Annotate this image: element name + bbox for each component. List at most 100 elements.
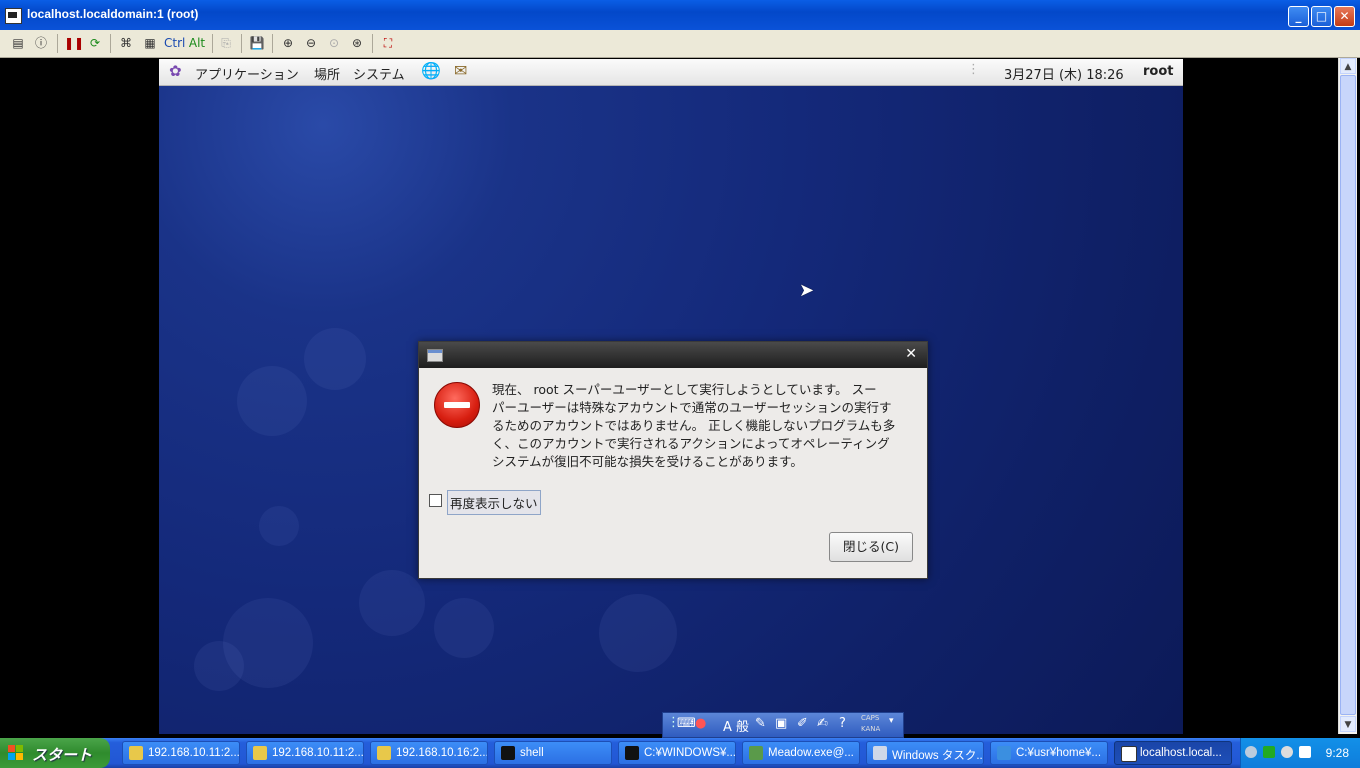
ime-options-icon[interactable]: ▾ [889,716,894,726]
taskbar-item-label: C:¥usr¥home¥... [1016,747,1102,759]
web-browser-icon[interactable]: 🌐 [421,61,441,80]
zoom-out-icon[interactable]: ⊖ [303,35,319,51]
zoom-fit-icon[interactable]: ⊛ [349,35,365,51]
gnome-foot-icon[interactable]: ✿ [169,62,182,80]
bg-bubble [194,641,244,691]
network-icon[interactable] [1263,746,1275,758]
taskbar-item-active[interactable]: localhost.local... [1114,741,1232,765]
dialog-message: 現在、 root スーパーユーザーとして実行しようとしています。 スー パーユー… [492,381,916,471]
toolbar-divider [110,34,111,53]
close-button[interactable]: 閉じる(C) [829,532,913,562]
message-line: システムが復旧不可能な損失を受けることがあります。 [492,454,803,469]
help-icon[interactable]: ? [839,716,846,731]
taskbar-item[interactable]: C:¥WINDOWS¥... [618,741,736,765]
dialog-close-icon[interactable]: ✕ [905,346,917,362]
menu-applications[interactable]: アプリケーション [195,64,299,83]
dictionary-icon[interactable]: ▣ [775,716,787,731]
vnc-toolbar: ▤ ⓘ ❚❚ ⟳ ⌘ ▦ Ctrl Alt ⎘ 💾 ⊕ ⊖ ⊙ ⊛ ⛶ [0,30,1360,58]
message-line: 現在、 root スーパーユーザーとして実行しようとしています。 スー [492,382,877,397]
vnc-server-icon[interactable] [1299,746,1311,758]
toolbar-divider [57,34,58,53]
scroll-up-icon[interactable]: ▲ [1340,58,1356,74]
vertical-scrollbar[interactable]: ▲ ▼ [1338,58,1357,734]
dont-show-again-label[interactable]: 再度表示しない [447,490,541,515]
taskbar-item-label: localhost.local... [1140,747,1222,759]
caps-indicator: CAPS [861,714,880,722]
taskbar-item[interactable]: 192.168.10.11:2... [122,741,240,765]
toolbar-divider [272,34,273,53]
taskbar-item-label: Windows タスク... [892,750,984,762]
taskbar-item[interactable]: 192.168.10.16:2... [370,741,488,765]
ie-icon [997,746,1011,760]
panel-clock[interactable]: 3月27日 (木) 18:26 [1004,64,1124,83]
minimize-button[interactable]: _ [1288,6,1309,27]
taskbar-clock[interactable]: 9:28 [1326,746,1349,760]
input-mode-indicator[interactable]: A 般 [723,716,749,735]
meadow-icon [749,746,763,760]
windows-taskbar: スタート 192.168.10.11:2... 192.168.10.11:2.… [0,738,1360,768]
message-line: パーユーザーは特殊なアカウントで通常のユーザーセッションの実行す [492,400,892,415]
ctrl-alt-del-icon[interactable]: ▦ [142,35,158,51]
send-keys-icon[interactable]: ⌘ [118,35,134,51]
system-tray: 9:28 [1240,738,1360,768]
fullscreen-icon[interactable]: ⛶ [380,35,396,51]
start-label: スタート [32,747,93,764]
taskbar-item[interactable]: C:¥usr¥home¥... [990,741,1108,765]
mouse-cursor-icon: ➤ [799,280,815,301]
connection-info-icon[interactable]: ⓘ [33,35,49,51]
gnome-top-panel: ✿ アプリケーション 場所 システム 🌐 ✉ ⋮ 3月27日 (木) 18:26… [159,59,1183,86]
tray-expand-icon[interactable] [1245,746,1257,758]
bg-bubble [237,366,307,436]
maximize-button[interactable]: □ [1311,6,1332,27]
vnc-window-titlebar[interactable]: localhost.localdomain:1 (root) _ □ ✕ [0,0,1360,30]
scroll-down-icon[interactable]: ▼ [1340,716,1356,732]
pause-icon[interactable]: ❚❚ [64,35,84,51]
ime-app-icon[interactable]: ● [695,716,706,731]
zoom-in-icon[interactable]: ⊕ [280,35,296,51]
panel-handle: ⋮ [967,62,980,77]
handwriting-icon[interactable]: ✍ [817,716,828,731]
toolbar-divider [241,34,242,53]
kana-indicator: KANA [861,725,881,733]
taskbar-item[interactable]: shell [494,741,612,765]
taskbar-item-label: 192.168.10.16:2... [396,747,488,759]
zoom-100-icon[interactable]: ⊙ [326,35,342,51]
taskbar-item-label: shell [520,747,544,759]
ime-language-bar[interactable]: ⋮ ⌨ ● A 般 ✎ ▣ ✐ ✍ ? CAPS KANA ▾ [662,712,904,738]
tools-icon[interactable]: ✐ [797,716,808,731]
taskbar-item[interactable]: 192.168.10.11:2... [246,741,364,765]
mail-client-icon[interactable]: ✉ [454,61,467,80]
message-line: るためのアカウントではありません。 正しく機能しないプログラムも多 [492,418,896,433]
taskbar-item[interactable]: Meadow.exe@... [742,741,860,765]
checkbox-box[interactable] [429,494,442,507]
window-icon [427,349,443,362]
taskbar-item[interactable]: Windows タスク... [866,741,984,765]
start-button[interactable]: スタート [0,738,110,768]
menu-system[interactable]: システム [353,64,405,83]
refresh-icon[interactable]: ⟳ [87,35,103,51]
panel-user[interactable]: root [1143,64,1174,79]
taskbar-item-label: 192.168.10.11:2... [272,747,364,759]
ctrl-key-button[interactable]: Ctrl [164,35,185,51]
bg-bubble [359,570,425,636]
close-window-button[interactable]: ✕ [1334,6,1355,27]
vnc-viewer-icon [129,746,143,760]
alt-key-button[interactable]: Alt [188,35,206,51]
task-manager-icon [873,746,887,760]
menu-places[interactable]: 場所 [314,64,340,83]
bg-bubble [304,328,366,390]
clipboard-icon[interactable]: ⎘ [218,35,234,51]
security-icon[interactable] [1281,746,1293,758]
keyboard-icon[interactable]: ⌨ [677,716,696,731]
error-stop-icon [434,382,480,428]
options-icon[interactable]: ▤ [10,35,26,51]
bg-bubble [434,598,494,658]
save-icon[interactable]: 💾 [249,35,265,51]
scroll-thumb[interactable] [1340,75,1356,715]
ime-pad-icon[interactable]: ✎ [755,716,766,731]
command-prompt-icon [625,746,639,760]
vnc-viewer-icon [1121,746,1137,762]
dialog-titlebar[interactable]: ✕ [419,342,927,368]
toolbar-divider [212,34,213,53]
taskbar-item-label: 192.168.10.11:2... [148,747,240,759]
